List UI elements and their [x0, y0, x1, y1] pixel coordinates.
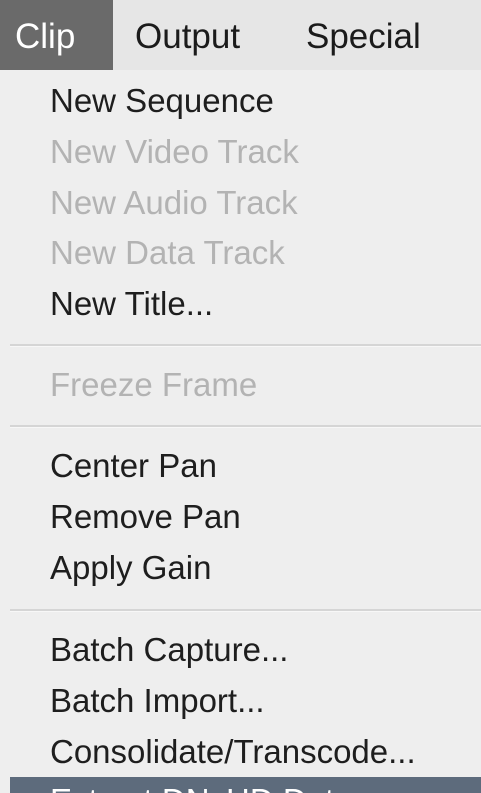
menu-item-consolidate-transcode[interactable]: Consolidate/Transcode... [50, 726, 416, 778]
menu-item-label: Extract DNxHD Data... [50, 777, 380, 793]
menu-item-new-sequence[interactable]: New Sequence [50, 75, 274, 127]
menu-item-new-audio-track: New Audio Track [50, 184, 298, 221]
menu-item-batch-import[interactable]: Batch Import... [50, 675, 265, 727]
menu-item-new-video-track: New Video Track [50, 133, 299, 170]
menu-output[interactable]: Output [135, 0, 240, 70]
menu-separator [10, 344, 481, 347]
menu-clip[interactable]: Clip [0, 0, 113, 70]
menu-separator [10, 425, 481, 428]
menu-separator [10, 609, 481, 612]
menu-item-apply-gain[interactable]: Apply Gain [50, 542, 211, 594]
menu-item-extract-dnxhd-data[interactable]: Extract DNxHD Data... [10, 777, 481, 793]
menu-item-remove-pan[interactable]: Remove Pan [50, 491, 241, 543]
menu-item-batch-capture[interactable]: Batch Capture... [50, 624, 288, 676]
menu-bar: Clip Output Special [0, 0, 481, 70]
menu-item-center-pan[interactable]: Center Pan [50, 440, 217, 492]
clip-dropdown-menu: New Sequence New Video Track New Audio T… [0, 70, 481, 793]
menu-special[interactable]: Special [306, 0, 421, 70]
menu-item-new-title[interactable]: New Title... [50, 278, 213, 330]
menu-item-freeze-frame: Freeze Frame [50, 366, 258, 403]
menu-item-new-data-track: New Data Track [50, 234, 285, 271]
